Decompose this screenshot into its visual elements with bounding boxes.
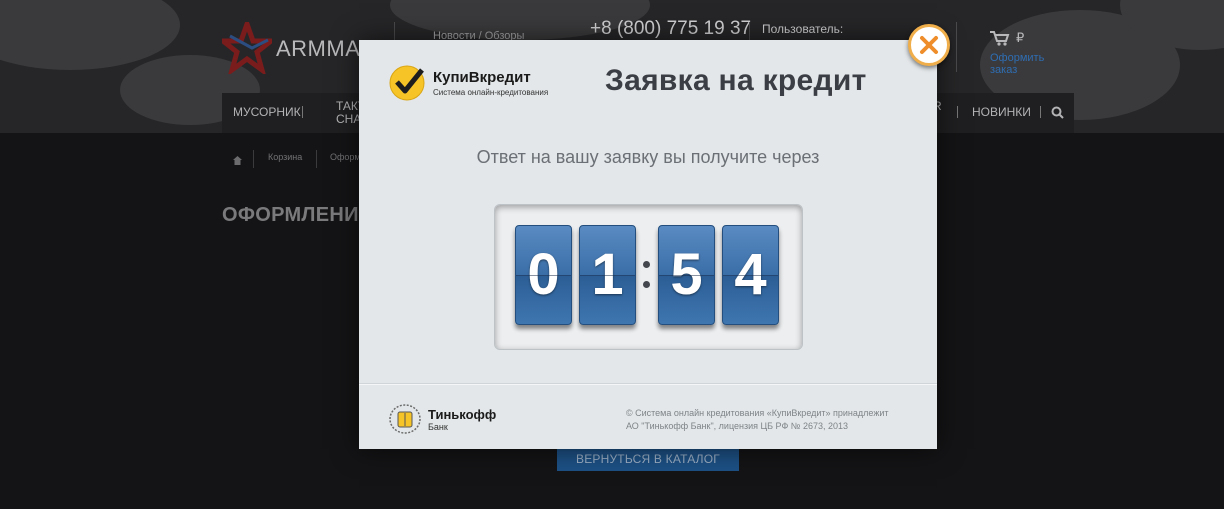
page-title: ОФОРМЛЕНИ	[222, 204, 359, 226]
timer-digit: 4	[722, 225, 779, 325]
search-icon[interactable]	[1051, 106, 1064, 119]
logo-text: ARMMA.	[276, 36, 367, 61]
nav-divider	[302, 106, 303, 118]
bank-sub: Банк	[428, 422, 448, 432]
user-label: Пользователь:	[762, 22, 844, 36]
breadcrumb-divider	[253, 150, 254, 168]
modal-divider	[359, 383, 937, 385]
cart-currency: ₽	[1016, 30, 1025, 45]
breadcrumb-cart[interactable]: Корзина	[268, 152, 302, 162]
kupivkredit-logo: КупиВкредит Система онлайн-кредитования	[388, 64, 558, 104]
timer-digit: 0	[515, 225, 572, 325]
nav-item-trash[interactable]: МУСОРНИК	[233, 105, 301, 119]
star-logo-icon	[215, 16, 279, 77]
back-to-catalog-button[interactable]: ВЕРНУТЬСЯ В КАТАЛОГ	[557, 447, 739, 471]
site-logo[interactable]: ARMMA.	[215, 16, 367, 77]
nav-divider	[957, 106, 958, 118]
checkout-link[interactable]: Оформить заказ	[990, 52, 1072, 76]
nav-divider	[1040, 106, 1041, 118]
brand-tagline: Система онлайн-кредитования	[433, 88, 549, 97]
nav-item-tactical-2[interactable]: СНА	[336, 112, 361, 126]
bank-name: Тинькофф	[428, 407, 497, 422]
tinkoff-logo: Тинькофф Банк	[388, 403, 528, 435]
timer-digit: 1	[579, 225, 636, 325]
modal-title: Заявка на кредит	[605, 64, 867, 97]
phone-number[interactable]: +8 (800) 775 19 37	[590, 18, 751, 40]
timer-digit: 5	[658, 225, 715, 325]
close-button[interactable]	[908, 24, 950, 66]
copyright-line: © Система онлайн кредитования «КупиВкред…	[626, 408, 889, 418]
credit-application-modal: КупиВкредит Система онлайн-кредитования …	[359, 40, 937, 449]
header-divider	[956, 22, 957, 72]
close-icon	[920, 36, 938, 54]
breadcrumb-divider	[316, 150, 317, 168]
home-icon[interactable]	[233, 156, 242, 165]
timer-colon	[641, 257, 651, 293]
tinkoff-emblem-icon	[389, 404, 421, 434]
copyright-text: © Система онлайн кредитования «КупиВкред…	[626, 407, 926, 433]
modal-subtitle: Ответ на вашу заявку вы получите через	[476, 147, 820, 167]
nav-item-new[interactable]: НОВИНКИ	[972, 105, 1031, 119]
countdown-timer: 0 1 5 4	[494, 204, 803, 350]
check-icon	[389, 65, 425, 101]
brand-name: КупиВкредит	[433, 69, 531, 86]
cart[interactable]: ₽	[990, 30, 1026, 49]
copyright-line: АО "Тинькофф Банк", лицензия ЦБ РФ № 267…	[626, 421, 849, 431]
breadcrumb-checkout: Оформ	[330, 152, 361, 162]
